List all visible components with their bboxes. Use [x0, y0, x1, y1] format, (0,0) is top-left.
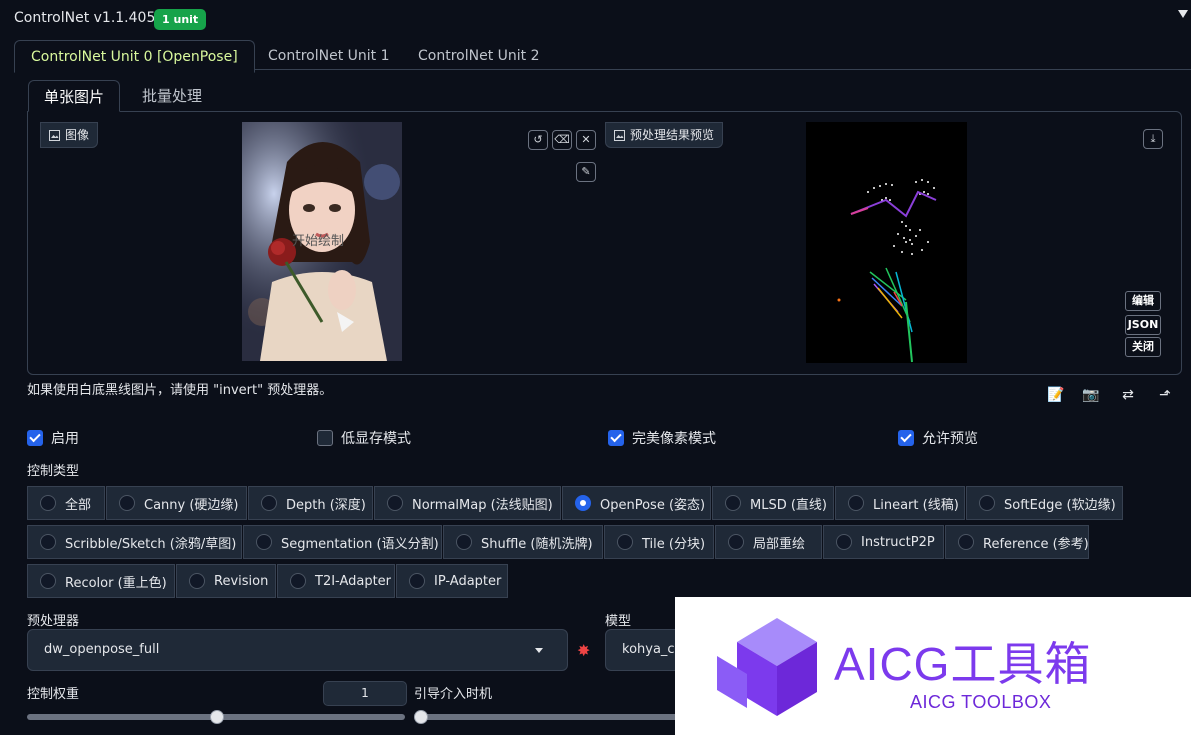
invert-hint: 如果使用白底黑线图片，请使用 "invert" 预处理器。 [27, 383, 333, 398]
low-vram-label: 低显存模式 [341, 431, 411, 447]
image-panel [27, 111, 1182, 375]
radio-openpose[interactable]: OpenPose (姿态) [562, 486, 711, 520]
radio-label: Tile (分块) [642, 536, 706, 552]
preprocessor-value: dw_openpose_full [44, 642, 160, 657]
pixel-perfect-checkbox[interactable]: 完美像素模式 [608, 428, 716, 448]
checkbox-box[interactable] [608, 430, 624, 446]
checkbox-box[interactable] [898, 430, 914, 446]
image-icon [614, 129, 625, 141]
radio-label: IP-Adapter [434, 573, 502, 589]
download-icon[interactable]: ⤓ [1143, 129, 1163, 149]
radio-label: 全部 [65, 497, 92, 513]
radio-label: Depth (深度) [286, 497, 366, 513]
input-image-label: 图像 [40, 122, 99, 148]
preprocessor-label: 预处理器 [27, 614, 80, 629]
control-type-label: 控制类型 [27, 464, 80, 479]
tab-single-image[interactable]: 单张图片 [28, 80, 121, 112]
radio-inpaint[interactable]: 局部重绘 [715, 525, 822, 559]
radio-softedge[interactable]: SoftEdge (软边缘) [966, 486, 1123, 520]
new-canvas-icon[interactable]: 📝 [1046, 387, 1066, 405]
radio-segmentation[interactable]: Segmentation (语义分割) [243, 525, 442, 559]
close-preview-button[interactable]: 关闭 [1125, 337, 1161, 357]
radio-label: OpenPose (姿态) [600, 497, 706, 513]
radio-shuffle[interactable]: Shuffle (随机洗牌) [443, 525, 603, 559]
allow-preview-checkbox[interactable]: 允许预览 [898, 428, 978, 448]
app-title: ControlNet v1.1.405 [14, 10, 156, 26]
swap-icon[interactable]: ⇄ [1118, 387, 1138, 405]
radio-revision[interactable]: Revision [176, 564, 276, 598]
image-icon [49, 129, 60, 141]
control-weight-input[interactable]: 1 [323, 681, 407, 706]
send-dimensions-icon[interactable]: ⬏ [1155, 387, 1175, 405]
radio-label: Reference (参考) [983, 536, 1089, 552]
guidance-start-label: 引导介入时机 [414, 687, 493, 702]
tab-unit-0[interactable]: ControlNet Unit 0 [OpenPose] [14, 40, 255, 73]
tab-batch[interactable]: 批量处理 [127, 80, 217, 112]
json-button[interactable]: JSON [1125, 315, 1161, 335]
radio-scribble[interactable]: Scribble/Sketch (涂鸦/草图) [27, 525, 242, 559]
radio-label: MLSD (直线) [750, 497, 827, 513]
control-weight-label: 控制权重 [27, 687, 80, 702]
brush-icon[interactable]: ✎ [576, 162, 596, 182]
camera-icon[interactable]: 📷 [1081, 387, 1101, 405]
radio-lineart[interactable]: Lineart (线稿) [835, 486, 965, 520]
edit-button[interactable]: 编辑 [1125, 291, 1161, 311]
radio-ip-adapter[interactable]: IP-Adapter [396, 564, 508, 598]
radio-label: Recolor (重上色) [65, 575, 167, 591]
chevron-down-icon [535, 648, 543, 653]
radio-t2i-adapter[interactable]: T2I-Adapter [277, 564, 395, 598]
radio-label: SoftEdge (软边缘) [1004, 497, 1116, 513]
radio-label: 局部重绘 [753, 536, 806, 552]
radio-reference[interactable]: Reference (参考) [945, 525, 1089, 559]
radio-label: InstructP2P [861, 534, 935, 550]
radio-label: Lineart (线稿) [873, 497, 959, 513]
rotate-icon[interactable]: ↺ [528, 130, 548, 150]
guidance-start-slider-thumb[interactable] [414, 710, 428, 724]
radio-label: T2I-Adapter [315, 573, 392, 589]
enable-label: 启用 [51, 431, 79, 447]
radio-instructp2p[interactable]: InstructP2P [823, 525, 944, 559]
close-icon[interactable]: ✕ [576, 130, 596, 150]
radio-label: NormalMap (法线贴图) [412, 497, 553, 513]
radio-label: Scribble/Sketch (涂鸦/草图) [65, 536, 237, 552]
pixel-perfect-label: 完美像素模式 [632, 431, 716, 447]
radio-recolor[interactable]: Recolor (重上色) [27, 564, 175, 598]
eraser-icon[interactable]: ⌫ [552, 130, 572, 150]
draw-overlay-text: 开始绘制 [292, 234, 345, 249]
aicg-logo-icon [717, 618, 817, 716]
input-image[interactable]: 开始绘制 [242, 122, 402, 361]
radio-mlsd[interactable]: MLSD (直线) [712, 486, 834, 520]
radio-canny[interactable]: Canny (硬边缘) [106, 486, 247, 520]
allow-preview-label: 允许预览 [922, 431, 978, 447]
radio-label: Revision [214, 573, 269, 589]
collapse-arrow-icon[interactable] [1178, 10, 1188, 18]
radio-all[interactable]: 全部 [27, 486, 105, 520]
model-label: 模型 [605, 614, 632, 629]
control-weight-slider-thumb[interactable] [210, 710, 224, 724]
model-value: kohya_co [622, 642, 683, 657]
watermark-title: AICG工具箱 [834, 638, 1092, 690]
unit-count-badge: 1 unit [154, 9, 207, 30]
radio-normalmap[interactable]: NormalMap (法线贴图) [374, 486, 561, 520]
checkbox-box[interactable] [317, 430, 333, 446]
low-vram-checkbox[interactable]: 低显存模式 [317, 428, 411, 448]
pose-preview-image [806, 122, 967, 363]
input-image-label-text: 图像 [65, 128, 90, 142]
radio-tile[interactable]: Tile (分块) [604, 525, 714, 559]
radio-label: Shuffle (随机洗牌) [481, 536, 593, 552]
preprocessor-select[interactable]: dw_openpose_full [27, 629, 568, 671]
radio-label: Segmentation (语义分割) [281, 536, 439, 552]
checkbox-box[interactable] [27, 430, 43, 446]
preview-label: 预处理结果预览 [605, 122, 724, 148]
guidance-start-slider-track[interactable] [416, 714, 696, 720]
controlnet-header[interactable]: ControlNet v1.1.405 1 unit [0, 0, 1191, 36]
run-preprocessor-icon[interactable]: ✸ [577, 641, 590, 660]
enable-checkbox[interactable]: 启用 [27, 428, 79, 448]
radio-label: Canny (硬边缘) [144, 497, 239, 513]
watermark-subtitle: AICG TOOLBOX [910, 692, 1052, 712]
preview-label-text: 预处理结果预览 [630, 128, 715, 142]
openpose-skeleton [837, 179, 937, 363]
radio-depth[interactable]: Depth (深度) [248, 486, 373, 520]
